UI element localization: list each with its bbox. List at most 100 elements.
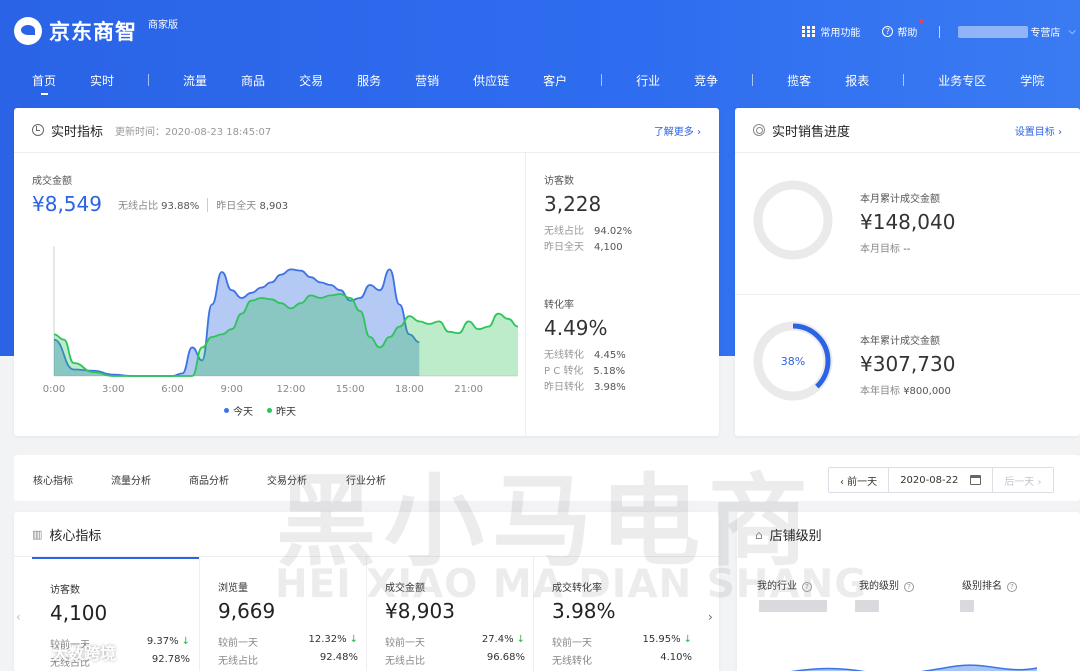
metric-tile[interactable]: 成交金额 ¥8,903 较前一天 27.4% ↓ 无线占比 96.68% <box>366 557 533 671</box>
legend-dot-icon <box>224 408 229 413</box>
nav-item[interactable]: 竞争 <box>694 72 718 89</box>
sales-progress-title: 实时销售进度 <box>772 124 851 140</box>
question-icon[interactable]: ? <box>1007 582 1017 592</box>
set-target-link[interactable]: 设置目标 › <box>1015 123 1062 138</box>
realtime-card: 实时指标 更新时间：2020-08-23 18:45:07 了解更多 › 成交金… <box>14 108 719 436</box>
question-icon[interactable]: ? <box>802 582 812 592</box>
common-functions-label: 常用功能 <box>820 28 861 39</box>
nav-divider <box>752 74 754 86</box>
store-name-masked <box>958 25 1029 38</box>
calendar-icon <box>970 475 982 485</box>
arrow-down-icon: ↓ <box>181 636 190 647</box>
bar-chart-icon: ▥ <box>32 527 43 541</box>
metric-tile[interactable]: 成交转化率 3.98% 较前一天 15.95% ↓ 无线转化 4.10% <box>533 557 700 671</box>
nav-item[interactable]: 流量 <box>183 72 207 89</box>
divider <box>735 294 1080 295</box>
tab-trade[interactable]: 交易分析 <box>267 472 307 487</box>
nav-item[interactable]: 交易 <box>299 72 323 89</box>
nav-item[interactable]: 报表 <box>845 72 869 89</box>
nav-divider <box>601 74 603 86</box>
cvr-block: 转化率 4.49% 无线转化 4.45% P C 转化 5.18% 昨日转化 3.98… <box>544 296 626 396</box>
chart-legend: 今天 昨天 <box>224 403 296 418</box>
nav-item[interactable]: 行业 <box>636 72 660 89</box>
x-tick-label: 18:00 <box>395 384 424 395</box>
update-time: 更新时间：2020-08-23 18:45:07 <box>115 126 272 138</box>
chevron-right-icon[interactable]: › <box>708 610 713 624</box>
brand-name: 京东商智 <box>49 20 137 44</box>
chevron-left-icon[interactable]: ‹ <box>16 610 21 624</box>
target-icon <box>753 124 765 136</box>
metric-share: 无线占比 92.48% <box>218 652 358 667</box>
metric-label: 访客数 <box>50 585 80 596</box>
store-selector[interactable]: 专营店 ⌵ <box>958 24 1076 39</box>
realtime-title: 实时指标 <box>51 124 104 140</box>
month-label: 本月累计成交金额 <box>860 194 940 205</box>
legend-yesterday[interactable]: 昨天 <box>267 403 296 418</box>
gmv-label: 成交金额 <box>32 176 72 187</box>
metric-tile[interactable]: 浏览量 9,669 较前一天 12.32% ↓ 无线占比 92.48% <box>199 557 366 671</box>
nav-item[interactable]: 学院 <box>1020 72 1044 89</box>
gmv-block: 成交金额 ¥8,549 无线占比 93.88% 昨日全天 8,903 <box>32 172 288 216</box>
nav-item[interactable]: 营销 <box>415 72 439 89</box>
masked-value <box>960 600 974 612</box>
gmv-yesterday: 昨日全天 8,903 <box>216 201 289 212</box>
shop-level-header: ⌂ 店铺级别 <box>737 512 1080 557</box>
date-field[interactable]: 2020-08-22 <box>889 468 994 492</box>
core-metrics-header: ▥ 核心指标 <box>14 512 719 557</box>
learn-more-link[interactable]: 了解更多 › <box>654 123 701 138</box>
nav-item[interactable]: 供应链 <box>473 72 509 89</box>
help-button[interactable]: ? 帮助 <box>882 19 924 39</box>
tab-core[interactable]: 核心指标 <box>33 472 73 487</box>
visitors-block: 访客数 3,228 无线占比 94.02% 昨日全天 4,100 <box>544 172 632 256</box>
prev-day-button[interactable]: ‹ 前一天 <box>829 468 890 492</box>
nav-item[interactable]: 揽客 <box>787 72 811 89</box>
level-rank: 级别排名? <box>962 577 1017 592</box>
realtime-trend-chart: 0:00 3:00 6:00 9:00 12:00 15:00 18:00 21:00 <box>43 246 518 395</box>
watermark-logo-icon <box>26 643 46 661</box>
jd-logo-icon <box>14 17 42 45</box>
x-tick-label: 15:00 <box>336 384 365 395</box>
year-value: ¥307,730 <box>860 352 956 376</box>
arrow-down-icon: ↓ <box>349 634 358 645</box>
my-level: 我的级别? <box>859 577 914 592</box>
nav-item[interactable]: 商品 <box>241 72 265 89</box>
divider <box>207 198 209 212</box>
tab-product[interactable]: 商品分析 <box>189 472 229 487</box>
shop-level-title: 店铺级别 <box>769 529 822 544</box>
masked-value <box>759 600 827 612</box>
next-day-button[interactable]: 后一天 › <box>993 468 1052 492</box>
divider <box>525 153 526 436</box>
common-functions-button[interactable]: 常用功能 <box>802 24 860 39</box>
shop-level-mini-chart <box>790 664 1038 671</box>
top-bar: 京东商智 商家版 常用功能 ? 帮助 专营店 ⌵ <box>0 0 1080 60</box>
x-tick-label: 21:00 <box>454 384 483 395</box>
visitors-value: 3,228 <box>544 192 602 216</box>
legend-dot-icon <box>267 408 272 413</box>
cvr-yesterday: 昨日转化 3.98% <box>544 382 626 393</box>
question-icon[interactable]: ? <box>904 582 914 592</box>
x-tick-label: 9:00 <box>220 384 242 395</box>
tab-industry[interactable]: 行业分析 <box>346 472 386 487</box>
nav-item[interactable]: 服务 <box>357 72 381 89</box>
nav-item[interactable]: 客户 <box>543 72 567 89</box>
nav-item[interactable]: 首页 <box>32 72 56 95</box>
brand-logo[interactable]: 京东商智 <box>14 16 137 46</box>
cvr-label: 转化率 <box>544 300 574 311</box>
nav-item[interactable]: 实时 <box>90 72 114 89</box>
visitors-yesterday: 昨日全天 4,100 <box>544 242 623 253</box>
visitors-label: 访客数 <box>544 176 574 187</box>
grid-icon <box>802 26 816 37</box>
month-target: 本月目标 -- <box>860 244 911 255</box>
shop-level-card: ⌂ 店铺级别 我的行业? 我的级别? 级别排名? <box>737 512 1080 671</box>
month-value: ¥148,040 <box>860 210 956 234</box>
metric-label: 成交金额 <box>385 583 425 594</box>
store-icon: ⌂ <box>755 527 763 542</box>
metric-value: 3.98% <box>552 599 616 623</box>
nav-divider <box>903 74 905 86</box>
x-tick-label: 0:00 <box>43 384 65 395</box>
cvr-wireless: 无线转化 4.45% <box>544 350 626 361</box>
tab-traffic[interactable]: 流量分析 <box>111 472 151 487</box>
clock-icon <box>32 124 44 136</box>
nav-item[interactable]: 业务专区 <box>938 72 986 89</box>
legend-today[interactable]: 今天 <box>224 403 253 418</box>
